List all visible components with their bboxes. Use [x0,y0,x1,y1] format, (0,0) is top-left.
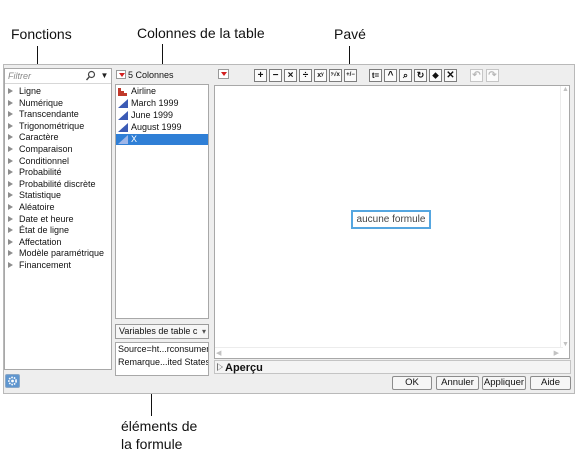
function-category[interactable]: Conditionnel [5,156,111,168]
columns-count: 5 Colonnes [128,70,174,80]
scroll-up-icon[interactable]: ▲ [562,86,569,93]
raise-icon[interactable]: ^ [384,69,397,82]
scroll-right-icon[interactable]: ▶ [554,349,559,357]
leader-line-columns [162,44,163,66]
local-variable-icon[interactable]: ⌕ [399,69,412,82]
settings-button[interactable] [5,374,20,388]
nominal-bar-icon [118,88,127,96]
function-category[interactable]: Numérique [5,98,111,110]
function-category-list: Ligne Numérique Transcendante Trigonomét… [5,86,111,272]
annotation-functions: Fonctions [11,26,72,42]
preview-label: Aperçu [225,362,263,374]
leader-line-functions [37,46,38,66]
function-category[interactable]: Affectation [5,237,111,249]
column-item-march-1999[interactable]: March 1999 [116,98,208,109]
filter-dropdown-icon[interactable]: ▼ [100,70,109,82]
variable-item[interactable]: Remarque...ited States. [116,356,208,369]
function-category[interactable]: Probabilité [5,167,111,179]
function-category[interactable]: Caractère [5,132,111,144]
continuous-triangle-icon [118,99,128,108]
power-icon[interactable]: xʸ [314,69,327,82]
filter-placeholder: Filtrer [8,71,31,81]
function-category[interactable]: Statistique [5,190,111,202]
function-category[interactable]: Aléatoire [5,202,111,214]
columns-list: Airline March 1999 June 1999 August 1999… [115,84,209,319]
formula-menu-icon[interactable] [218,69,229,79]
undo-icon[interactable]: ↶ [470,69,483,82]
multiply-icon[interactable]: × [284,69,297,82]
variables-select[interactable]: Variables de table c ▾ [115,324,209,339]
continuous-triangle-icon [118,135,128,144]
function-category[interactable]: Probabilité discrète [5,179,111,191]
horizontal-scrollbar[interactable]: ◀ ▶ [215,347,563,358]
function-category[interactable]: Date et heure [5,214,111,226]
preview-section[interactable]: Aperçu [214,360,571,374]
function-category[interactable]: Ligne [5,86,111,98]
functions-panel: Filtrer ▼ Ligne Numérique Transcendante … [4,68,112,370]
keypad-toolbar: + − × ÷ xʸ ʸ√x +/− t= ^ ⌕ ↻ ⬥ ✕ ↶ ↷ [216,68,572,84]
redo-icon[interactable]: ↷ [486,69,499,82]
scroll-left-icon[interactable]: ◀ [216,349,221,357]
function-category[interactable]: État de ligne [5,225,111,237]
function-category[interactable]: Comparaison [5,144,111,156]
apply-button[interactable]: Appliquer [482,376,526,390]
continuous-triangle-icon [118,111,128,120]
disclosure-triangle-icon[interactable] [217,363,223,371]
function-category[interactable]: Financement [5,260,111,272]
vertical-scrollbar[interactable]: ▲ ▼ [560,86,569,348]
peel-icon[interactable]: ⬥ [429,69,442,82]
filter-input[interactable]: Filtrer ▼ [5,69,111,84]
root-icon[interactable]: ʸ√x [329,69,342,82]
column-item-x[interactable]: X [116,134,208,145]
columns-header: 5 Colonnes [115,69,210,83]
column-item-august-1999[interactable]: August 1999 [116,122,208,133]
subtract-icon[interactable]: − [269,69,282,82]
column-item-june-1999[interactable]: June 1999 [116,110,208,121]
swap-icon[interactable]: ↻ [414,69,427,82]
divide-icon[interactable]: ÷ [299,69,312,82]
annotation-elements-line1: éléments de [121,418,198,434]
variables-list: Source=ht...rconsumer/ Remarque...ited S… [115,342,209,376]
formula-editor-area[interactable]: aucune formule ▲ ▼ ◀ ▶ [214,85,570,359]
scroll-down-icon[interactable]: ▼ [562,341,569,348]
column-item-airline[interactable]: Airline [116,86,208,97]
function-category[interactable]: Transcendante [5,109,111,121]
variable-item[interactable]: Source=ht...rconsumer/ [116,343,208,356]
columns-menu-icon[interactable] [116,70,126,79]
continuous-triangle-icon [118,123,128,132]
change-sign-icon[interactable]: +/− [344,69,357,82]
annotation-keypad: Pavé [334,26,366,42]
function-category[interactable]: Trigonométrique [5,121,111,133]
chevron-down-icon: ▾ [201,327,206,336]
delete-icon[interactable]: ✕ [444,69,457,82]
annotation-elements-line2: la formule [121,436,183,452]
cancel-button[interactable]: Annuler [436,376,479,390]
empty-formula-placeholder[interactable]: aucune formule [351,210,431,229]
ok-button[interactable]: OK [392,376,432,390]
search-icon [85,70,96,81]
gear-icon [8,376,17,386]
annotation-columns: Colonnes de la table [137,25,265,41]
help-button[interactable]: Aide [530,376,571,390]
function-category[interactable]: Modèle paramétrique [5,248,111,260]
assign-icon[interactable]: t= [369,69,382,82]
add-icon[interactable]: + [254,69,267,82]
